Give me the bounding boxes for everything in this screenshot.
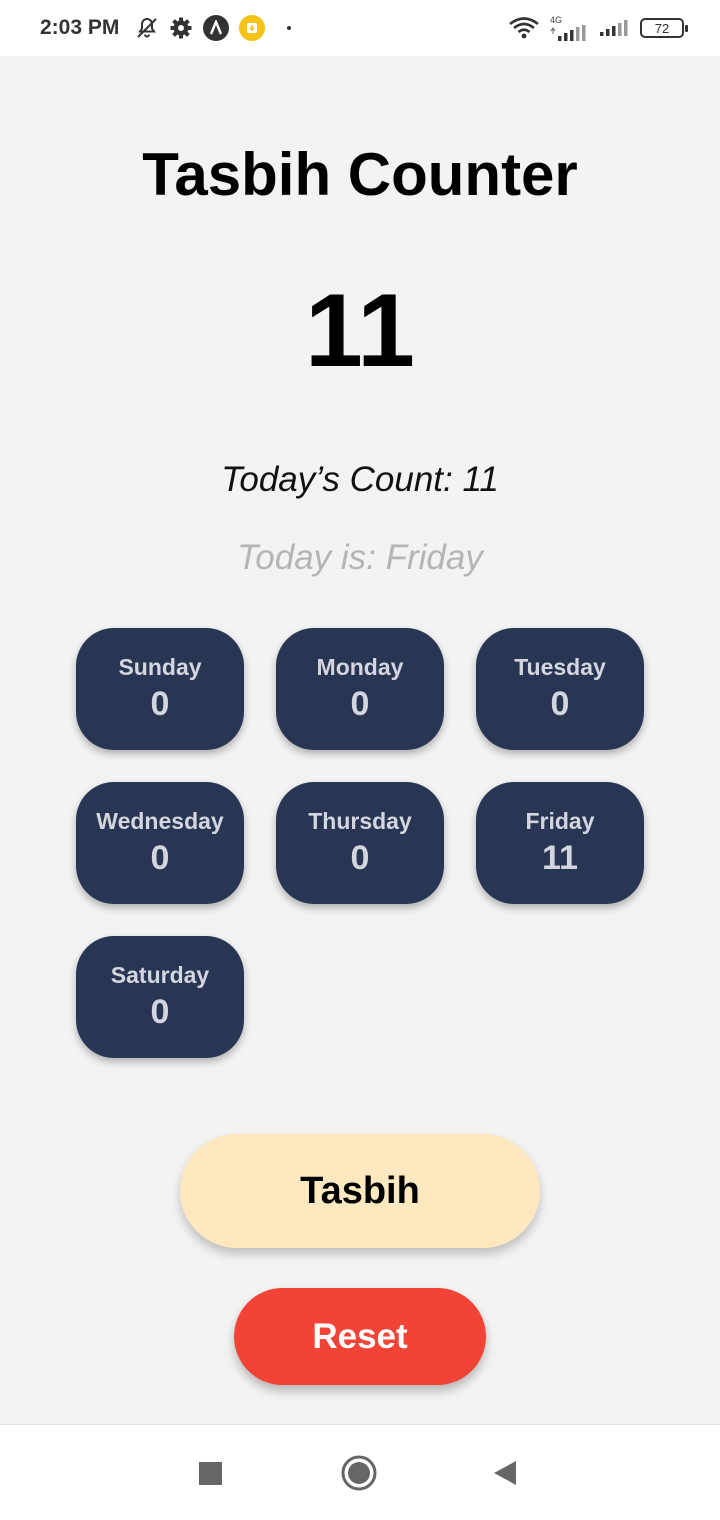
app-a-icon <box>203 15 230 41</box>
day-count: 0 <box>150 685 170 723</box>
day-card-thursday: Thursday 0 <box>276 782 444 904</box>
day-card-tuesday: Tuesday 0 <box>476 628 644 750</box>
bell-off-icon <box>135 16 159 40</box>
day-count: 0 <box>350 685 370 723</box>
day-name: Tuesday <box>514 654 606 680</box>
tasbih-button[interactable]: Tasbih <box>180 1134 540 1248</box>
download-icon <box>239 15 266 41</box>
day-card-wednesday: Wednesday 0 <box>76 782 244 904</box>
day-counts-grid: Sunday 0 Monday 0 Tuesday 0 Wednesday 0 … <box>76 628 644 1058</box>
day-name: Friday <box>525 808 595 834</box>
day-card-saturday: Saturday 0 <box>76 936 244 1058</box>
battery-icon: 72 <box>640 18 688 38</box>
status-bar: 2:03 PM 4G 72 <box>0 0 720 56</box>
recents-square-icon[interactable] <box>198 1455 224 1491</box>
status-right: 4G 72 <box>508 15 688 41</box>
day-card-friday: Friday 11 <box>476 782 644 904</box>
day-name: Saturday <box>110 962 210 988</box>
day-name: Monday <box>316 654 404 680</box>
day-name: Wednesday <box>96 808 224 834</box>
system-nav-bar <box>0 1424 720 1520</box>
home-circle-icon[interactable] <box>340 1455 378 1491</box>
gear-icon <box>169 16 193 40</box>
day-card-sunday: Sunday 0 <box>76 628 244 750</box>
today-count-label: Today’s Count: 11 <box>221 460 499 499</box>
counter-value: 11 <box>305 273 415 389</box>
signal-icon: 4G <box>550 15 588 41</box>
day-name: Sunday <box>118 654 202 680</box>
status-left: 2:03 PM <box>40 15 292 41</box>
day-count: 11 <box>542 839 578 877</box>
day-count: 0 <box>350 839 370 877</box>
day-card-monday: Monday 0 <box>276 628 444 750</box>
notification-dot <box>287 26 292 30</box>
status-time: 2:03 PM <box>40 16 120 39</box>
day-count: 0 <box>150 993 170 1031</box>
signal-icon-2 <box>598 20 630 36</box>
back-triangle-icon[interactable] <box>492 1455 518 1491</box>
wifi-icon <box>508 16 540 40</box>
day-count: 0 <box>550 685 570 723</box>
reset-button[interactable]: Reset <box>234 1288 486 1385</box>
today-day-label: Today is: Friday <box>237 538 483 577</box>
day-count: 0 <box>150 839 170 877</box>
day-name: Thursday <box>308 808 412 834</box>
page-title: Tasbih Counter <box>142 141 578 208</box>
